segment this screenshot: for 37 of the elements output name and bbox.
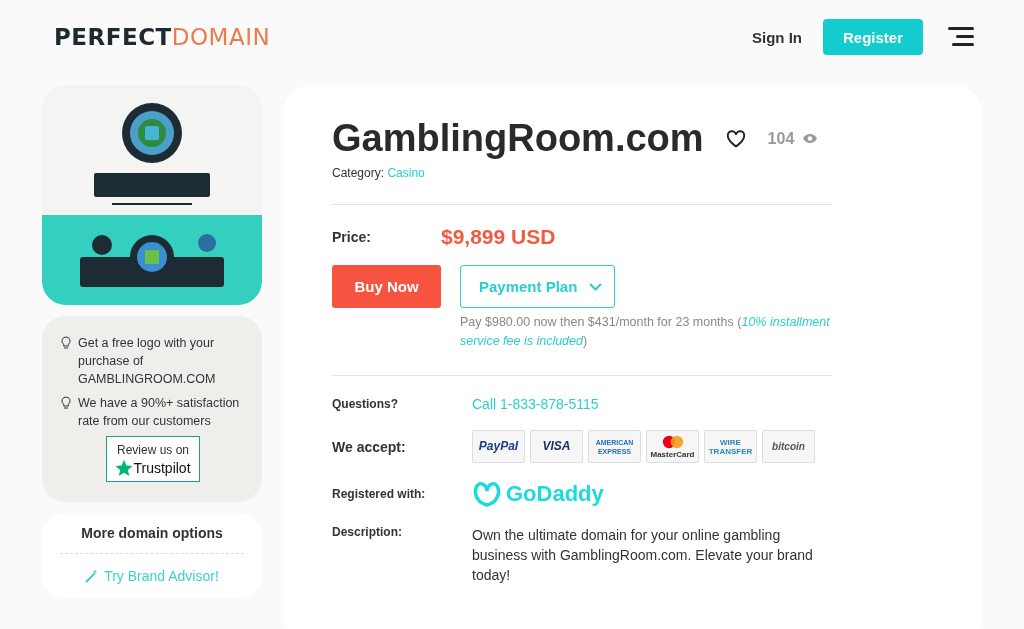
accept-label: We accept: — [332, 438, 407, 455]
payment-method-logo: bitcoin — [762, 430, 815, 463]
chevron-down-icon — [589, 282, 602, 291]
registrar-label: Registered with: — [332, 487, 427, 501]
category-label: Category: — [332, 166, 385, 180]
heart-icon[interactable] — [725, 129, 746, 148]
description-label: Description: — [332, 525, 403, 539]
tip-text: Get a free logo with your purchase of GAMBLINGROOM.COM — [78, 335, 217, 388]
eye-icon — [802, 133, 819, 144]
price-value: $9,899 USD — [441, 225, 556, 249]
more-options-title: More domain options — [80, 525, 224, 541]
buy-now-button[interactable]: Buy Now — [332, 265, 441, 308]
lightbulb-icon — [60, 396, 72, 410]
tip-text: We have a 90%+ satisfaction rate from our customers — [78, 395, 241, 430]
payment-method-logo: PayPal — [472, 430, 525, 463]
site-logo[interactable]: PERFECTDOMAIN — [54, 24, 271, 50]
lightbulb-icon — [60, 336, 72, 350]
category-link[interactable]: Casino — [387, 166, 425, 180]
register-button[interactable]: Register — [823, 19, 923, 55]
trustpilot-review-button[interactable]: Review us on Trustpilot — [106, 436, 200, 482]
sign-in-link[interactable]: Sign In — [752, 28, 802, 46]
description-text: Own the ultimate domain for your online gambling business with GamblingRoom.com. Elevate your brand today! — [472, 526, 814, 585]
payment-plan-dropdown[interactable]: Payment Plan — [460, 265, 615, 308]
price-label: Price: — [332, 229, 372, 245]
brand-advisor-link[interactable]: Try Brand Advisor! — [60, 568, 244, 584]
questions-label: Questions? — [332, 397, 399, 411]
menu-icon[interactable] — [948, 26, 976, 48]
payment-method-logo: VISA — [530, 430, 583, 463]
payment-method-logo: MasterCard — [646, 430, 699, 463]
payment-method-logo: WIRE TRANSFER — [704, 430, 757, 463]
domain-name: GamblingRoom.com — [332, 117, 704, 160]
payment-plan-note: Pay $980.00 now then $431/month for 23 months (10% installment service fee is included) — [460, 314, 831, 350]
registrar-logo: GoDaddy — [472, 481, 604, 507]
star-icon — [115, 459, 134, 477]
magic-wand-icon — [85, 569, 99, 583]
view-count: 104 — [767, 129, 795, 148]
phone-link[interactable]: Call 1-833-878-5115 — [472, 396, 599, 412]
